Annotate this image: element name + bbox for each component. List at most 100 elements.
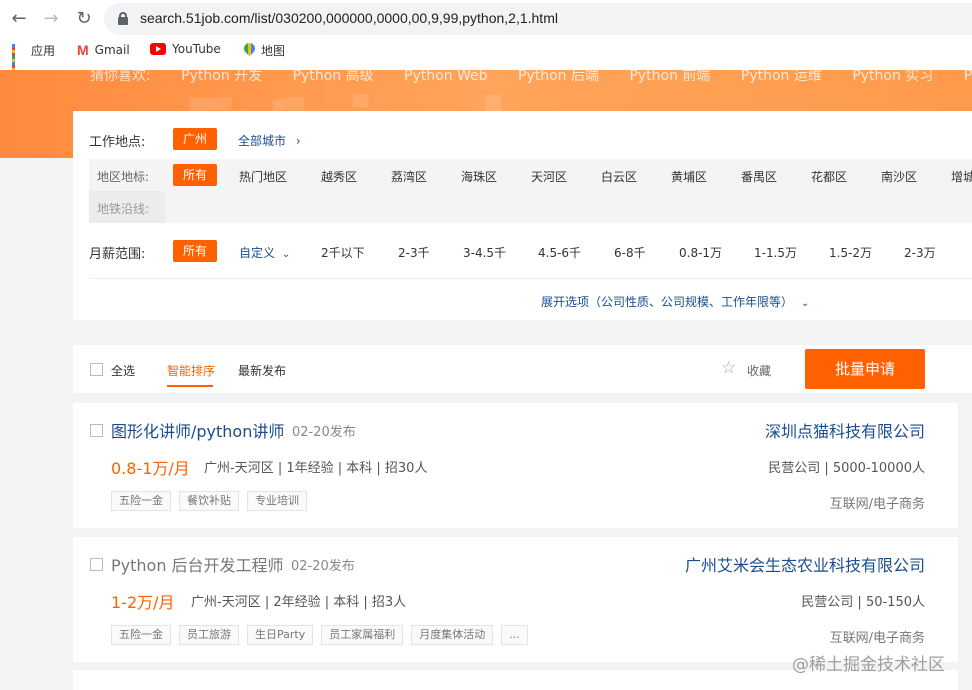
job-salary: 1-2万/月	[111, 593, 175, 612]
salary-option[interactable]: 2-3万	[904, 244, 936, 261]
filter-panel: 工作地点: 广州 全部城市 › 地区地标: 所有 热门地区 越秀区 荔湾区 海珠…	[73, 111, 972, 320]
company-meta: 民营公司 | 50-150人	[801, 595, 925, 610]
job-date: 02-20发布	[291, 559, 355, 574]
district-option[interactable]: 增城	[951, 168, 972, 185]
expand-options-label: 展开选项（公司性质、公司规模、工作年限等）	[541, 295, 794, 309]
job-tags: 五险一金 餐饮补贴 专业培训	[111, 491, 307, 511]
district-option[interactable]: 海珠区	[461, 168, 497, 185]
bookmark-label: 应用	[31, 44, 56, 58]
guess-item[interactable]: Python 自	[964, 70, 972, 84]
all-cities-label: 全部城市	[238, 134, 287, 148]
job-salary: 0.8-1万/月	[111, 459, 190, 478]
youtube-icon	[150, 43, 166, 55]
guess-item[interactable]: Python 实习	[852, 70, 933, 84]
company-industry: 互联网/电子商务	[829, 497, 925, 512]
job-tag: 月度集体活动	[411, 625, 494, 645]
job-tag: 五险一金	[111, 625, 171, 645]
bookmark-maps[interactable]: 地图	[244, 42, 285, 59]
district-option[interactable]: 热门地区	[239, 168, 287, 185]
guess-item[interactable]: Python 运维	[741, 70, 822, 84]
maps-icon	[244, 43, 255, 58]
salary-label: 月薪范围:	[89, 247, 146, 262]
job-tag: 员工旅游	[179, 625, 239, 645]
district-all[interactable]: 所有	[173, 164, 218, 186]
guess-item[interactable]: Python 前端	[629, 70, 710, 84]
salary-custom-dropdown[interactable]: 自定义 ⌄	[239, 244, 290, 261]
salary-option[interactable]: 3-4.5千	[463, 244, 506, 261]
watermark: @稀土掘金技术社区	[792, 655, 945, 675]
district-option[interactable]: 天河区	[531, 168, 567, 185]
district-option[interactable]: 黄埔区	[671, 168, 707, 185]
bookmark-apps[interactable]: 应用	[12, 42, 56, 71]
company-meta: 民营公司 | 5000-10000人	[768, 461, 925, 476]
bookmark-youtube[interactable]: YouTube	[150, 42, 221, 56]
company-name[interactable]: 广州艾米会生态农业科技有限公司	[685, 552, 925, 576]
salary-option[interactable]: 1-1.5万	[754, 244, 797, 261]
select-all-label[interactable]: 全选	[111, 362, 135, 379]
metro-cell: 地铁沿线:	[89, 191, 165, 223]
gmail-icon: M	[77, 42, 89, 58]
district-option[interactable]: 番禺区	[741, 168, 777, 185]
job-tag: 专业培训	[247, 491, 307, 511]
select-all-checkbox[interactable]	[90, 363, 103, 376]
chevron-down-icon: ⌄	[800, 298, 810, 309]
district-option[interactable]: 荔湾区	[391, 168, 427, 185]
address-bar[interactable]: search.51job.com/list/030200,000000,0000…	[104, 3, 972, 35]
back-icon[interactable]: ←	[8, 8, 30, 30]
company-industry: 互联网/电子商务	[829, 631, 925, 646]
salary-option[interactable]: 1.5-2万	[829, 244, 872, 261]
active-tab-indicator	[167, 385, 213, 387]
salary-option[interactable]: 0.8-1万	[679, 244, 722, 261]
location-selected[interactable]: 广州	[173, 128, 218, 150]
district-option[interactable]: 花都区	[811, 168, 847, 185]
salary-all[interactable]: 所有	[173, 240, 218, 262]
guess-item[interactable]: Python 开发	[181, 70, 262, 84]
star-icon[interactable]: ☆	[721, 360, 736, 377]
salary-option[interactable]: 4.5-6千	[538, 244, 581, 261]
bookmarks-bar: 应用 M Gmail YouTube 地图	[0, 38, 972, 71]
job-title[interactable]: 图形化讲师/python讲师	[111, 418, 284, 442]
salary-custom-label: 自定义	[239, 246, 276, 260]
job-tags: 五险一金 员工旅游 生日Party 员工家属福利 月度集体活动 ...	[111, 625, 528, 645]
guess-item[interactable]: Python 后端	[518, 70, 599, 84]
job-checkbox[interactable]	[90, 424, 103, 437]
bookmark-gmail[interactable]: M Gmail	[77, 42, 130, 58]
tab-latest[interactable]: 最新发布	[238, 362, 286, 379]
district-option[interactable]: 白云区	[601, 168, 637, 185]
job-title[interactable]: Python 后台开发工程师	[111, 552, 284, 576]
district-label: 地区地标:	[97, 170, 150, 184]
metro-label[interactable]: 地铁沿线:	[97, 200, 149, 217]
district-option[interactable]: 南沙区	[881, 168, 917, 185]
job-tag: 员工家属福利	[321, 625, 404, 645]
expand-options-link[interactable]: 展开选项（公司性质、公司规模、工作年限等） ⌄	[541, 293, 809, 310]
favorite-button[interactable]: 收藏	[747, 362, 771, 379]
all-cities-link[interactable]: 全部城市 ›	[238, 132, 301, 149]
job-tag: 生日Party	[247, 625, 314, 645]
chevron-down-icon: ⌄	[281, 249, 291, 260]
company-name[interactable]: 深圳点猫科技有限公司	[765, 418, 925, 442]
guess-item[interactable]: Python 高级	[293, 70, 374, 84]
district-box: 地区地标: 所有 热门地区 越秀区 荔湾区 海珠区 天河区 白云区 黄埔区 番禺…	[89, 159, 972, 223]
url-text[interactable]: search.51job.com/list/030200,000000,0000…	[140, 10, 558, 26]
guess-item[interactable]: Python Web	[404, 70, 488, 84]
salary-option[interactable]: 2千以下	[321, 244, 365, 261]
forward-icon[interactable]: →	[40, 8, 62, 30]
lock-icon	[118, 12, 128, 25]
job-checkbox[interactable]	[90, 558, 103, 571]
job-card[interactable]: Python 后台开发工程师 02-20发布 广州艾米会生态农业科技有限公司 1…	[73, 537, 958, 662]
tab-smart-sort[interactable]: 智能排序	[167, 362, 215, 379]
salary-option[interactable]: 2-3千	[398, 244, 430, 261]
job-tag: 餐饮补贴	[179, 491, 239, 511]
job-meta: 广州-天河区 | 2年经验 | 本科 | 招3人	[191, 595, 407, 610]
guess-label: 猜你喜欢:	[90, 70, 151, 84]
chevron-right-icon: ›	[295, 134, 301, 148]
guess-you-like: 猜你喜欢: Python 开发 Python 高级 Python Web Pyt…	[90, 70, 972, 85]
job-card[interactable]: 图形化讲师/python讲师 02-20发布 深圳点猫科技有限公司 0.8-1万…	[73, 403, 958, 528]
salary-option[interactable]: 6-8千	[614, 244, 646, 261]
reload-icon[interactable]: ↻	[73, 8, 95, 30]
more-tags[interactable]: ...	[501, 625, 528, 645]
location-label: 工作地点:	[89, 135, 146, 150]
batch-apply-button[interactable]: 批量申请	[805, 349, 925, 389]
bookmark-label: Gmail	[94, 43, 130, 57]
district-option[interactable]: 越秀区	[321, 168, 357, 185]
